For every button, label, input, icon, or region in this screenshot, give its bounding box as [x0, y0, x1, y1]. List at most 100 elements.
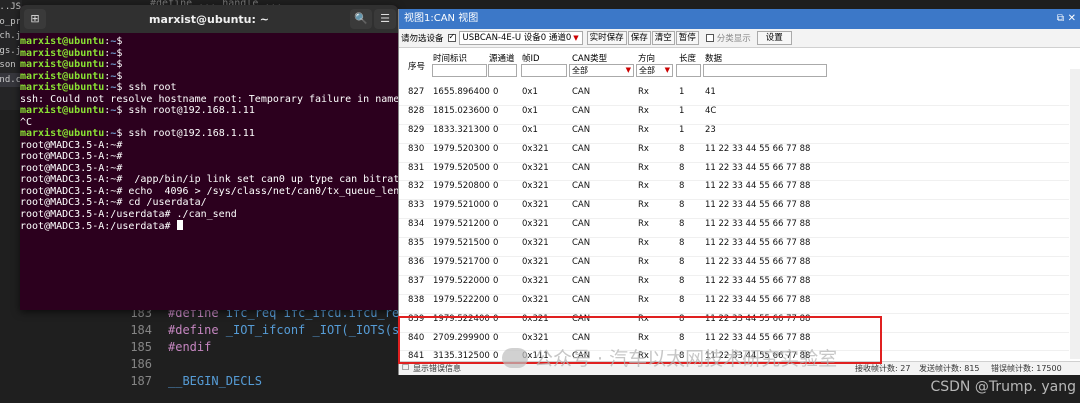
- show-errors-checkbox[interactable]: ☐: [402, 363, 409, 372]
- send-frame-count: 发送帧计数: 815: [919, 364, 980, 373]
- cell-time: 1815.023600: [433, 105, 490, 116]
- file-item[interactable]: ngs.js: [0, 44, 22, 59]
- channel-filter-input[interactable]: [488, 64, 517, 77]
- code-keyword: #define: [168, 323, 219, 337]
- table-row[interactable]: 838 1979.522200 0 0x321 CAN Rx 8 11 22 33 44 55…: [399, 295, 1069, 314]
- cell-len: 1: [679, 87, 685, 97]
- cell-seq: 838: [408, 294, 425, 305]
- cell-data: 4C: [705, 105, 717, 116]
- error-frame-count: 错误帧计数: 17500: [991, 364, 1062, 373]
- chevron-down-icon: ▼: [625, 66, 631, 74]
- col-time[interactable]: 时间标识: [433, 52, 467, 64]
- cell-seq: 836: [408, 257, 425, 268]
- cell-dir: Rx: [638, 105, 649, 116]
- terminal-line: root@MADC3.5-A:~#: [20, 151, 398, 163]
- table-row[interactable]: 836 1979.521700 0 0x321 CAN Rx 8 11 22 33 44 55…: [399, 257, 1069, 276]
- col-seq[interactable]: 序号: [408, 60, 425, 72]
- restore-icon[interactable]: ⧉: [1057, 9, 1064, 29]
- col-data[interactable]: 数据: [705, 52, 722, 64]
- cell-id: 0x321: [522, 219, 549, 230]
- cell-data: 11 22 33 44 55 66 77 88: [705, 275, 811, 286]
- data-filter-input[interactable]: [703, 64, 827, 77]
- cell-len: 8: [679, 200, 685, 211]
- table-row[interactable]: 835 1979.521500 0 0x321 CAN Rx 8 11 22 33 44 55…: [399, 238, 1069, 258]
- terminal-line: root@MADC3.5-A:/userdata#: [20, 220, 398, 233]
- file-item-selected[interactable]: end.c: [0, 72, 22, 87]
- search-icon[interactable]: 🔍: [350, 9, 372, 29]
- col-length[interactable]: 长度: [679, 52, 696, 64]
- line-number: 185: [130, 340, 152, 354]
- table-row[interactable]: 828 1815.023600 0 0x1 CAN Rx 1 4C: [399, 106, 1069, 125]
- table-row[interactable]: 832 1979.520800 0 0x321 CAN Rx 8 11 22 33 44 55…: [399, 181, 1069, 201]
- file-item[interactable]: go_pro: [0, 15, 22, 30]
- table-row[interactable]: 833 1979.521000 0 0x321 CAN Rx 8 11 22 33 44 55…: [399, 200, 1069, 220]
- terminal-line: marxist@ubuntu:~$: [20, 70, 123, 82]
- device-select[interactable]: USBCAN-4E-U 设备0 通道0 ▼: [458, 31, 583, 45]
- can-type-filter-value: 全部: [572, 66, 588, 75]
- table-row[interactable]: 830 1979.520300 0 0x321 CAN Rx 8 11 22 33 44 55…: [399, 144, 1069, 163]
- wechat-watermark: 公众号 · 汽车以太网技术研究实验室: [502, 344, 837, 371]
- cell-dir: Rx: [638, 181, 649, 192]
- file-item[interactable]: ...JS: [0, 0, 22, 15]
- cell-dir: Rx: [638, 294, 649, 305]
- save-button[interactable]: 保存: [627, 31, 651, 45]
- device-checkbox[interactable]: [447, 32, 456, 42]
- line-number: 186: [130, 357, 152, 371]
- cell-len: 1: [679, 105, 685, 116]
- settings-button[interactable]: 设置: [756, 31, 792, 45]
- terminal-line: root@MADC3.5-A:~# /app/bin/ip link set c…: [20, 174, 398, 186]
- prompt-user: marxist@ubuntu: [20, 59, 105, 70]
- table-row[interactable]: 837 1979.522000 0 0x321 CAN Rx 8 11 22 33 44 55…: [399, 276, 1069, 295]
- file-explorer: ...JS go_pro ich.js ngs.js json end.c: [0, 0, 22, 110]
- realtime-save-button[interactable]: 实时保存: [586, 31, 627, 45]
- table-row[interactable]: 829 1833.321300 0 0x1 CAN Rx 1 23: [399, 125, 1069, 144]
- terminal-output[interactable]: marxist@ubuntu:~$ marxist@ubuntu:~$ marxis…: [20, 33, 398, 233]
- terminal-line: root@MADC3.5-A:~#: [20, 140, 398, 152]
- cell-ch: 0: [493, 143, 499, 154]
- cell-dir: Rx: [638, 200, 649, 211]
- cell-type: CAN: [572, 257, 591, 268]
- table-row[interactable]: 831 1979.520500 0 0x321 CAN Rx 8 11 22 33 44 55…: [399, 163, 1069, 182]
- table-row[interactable]: 827 1655.896400 0 0x1 CAN Rx 1 41: [399, 87, 1069, 106]
- file-item[interactable]: json: [0, 58, 22, 73]
- length-filter-input[interactable]: [676, 64, 701, 77]
- terminal-titlebar[interactable]: ⊞ marxist@ubuntu: ~ 🔍 ☰: [20, 5, 398, 33]
- pause-button[interactable]: 暂停: [675, 31, 699, 45]
- col-src-channel[interactable]: 源通道: [489, 52, 515, 64]
- cell-ch: 0: [493, 238, 499, 249]
- code-area[interactable]: #define ifc_req ifc_ifcu.ifcu_req #defin…: [168, 305, 408, 403]
- cell-id: 0x1: [522, 124, 538, 135]
- table-row[interactable]: 834 1979.521200 0 0x321 CAN Rx 8 11 22 33 44 55…: [399, 219, 1069, 239]
- group-display-checkbox[interactable]: [705, 34, 714, 42]
- can-type-filter[interactable]: 全部 ▼: [569, 64, 634, 77]
- vertical-scrollbar[interactable]: [1070, 69, 1080, 359]
- table-header: 序号 时间标识 源通道 帧ID CAN类型 方向 长度 数据 全部 ▼ 全部 ▼: [399, 49, 1080, 87]
- cell-type: CAN: [572, 200, 591, 211]
- col-direction[interactable]: 方向: [638, 52, 655, 64]
- direction-filter-value: 全部: [639, 66, 655, 75]
- file-item[interactable]: ich.js: [0, 29, 22, 44]
- menu-icon[interactable]: ☰: [374, 9, 396, 29]
- cell-seq: 830: [408, 143, 425, 154]
- col-can-type[interactable]: CAN类型: [572, 52, 607, 64]
- can-view-titlebar[interactable]: 视图1:CAN 视图 ⧉ ✕: [399, 9, 1080, 29]
- cell-dir: Rx: [638, 124, 649, 135]
- cell-len: 8: [679, 294, 685, 305]
- terminal-text: root@MADC3.5-A:~# cd /userdata/: [20, 197, 207, 208]
- terminal-window[interactable]: ⊞ marxist@ubuntu: ~ 🔍 ☰ marxist@ubuntu:~…: [20, 5, 398, 310]
- device-select-value: USBCAN-4E-U 设备0 通道0: [462, 33, 572, 43]
- close-icon[interactable]: ✕: [1068, 9, 1076, 29]
- terminal-text: ssh: Could not resolve hostname root: Te…: [20, 93, 398, 105]
- cell-time: 1979.521000: [433, 200, 490, 211]
- cell-id: 0x321: [522, 275, 549, 286]
- id-filter-input[interactable]: [521, 64, 567, 77]
- clear-button[interactable]: 清空: [651, 31, 675, 45]
- cell-data: 11 22 33 44 55 66 77 88: [705, 219, 811, 230]
- time-filter-input[interactable]: [432, 64, 487, 77]
- terminal-line: marxist@ubuntu:~$: [20, 36, 123, 47]
- col-frame-id[interactable]: 帧ID: [522, 52, 540, 64]
- new-tab-icon[interactable]: ⊞: [24, 9, 46, 29]
- code-text: _IOT_ifconf _IOT(_IOTS(st: [218, 323, 407, 337]
- direction-filter[interactable]: 全部 ▼: [636, 64, 673, 77]
